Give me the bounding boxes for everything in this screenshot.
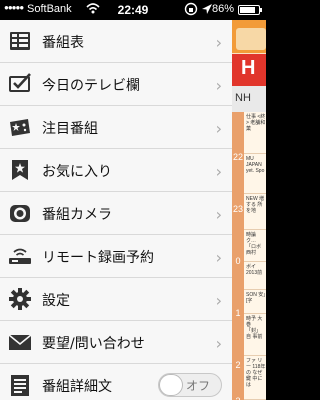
menu-item-program-guide[interactable]: 番組表 › [0, 20, 232, 63]
menu-item-label: お気に入り [42, 164, 112, 180]
background-app-peek[interactable]: H NH 22 23 0 1 2 3 仕事 <終> 老舗和菓 MU JAPAN … [232, 20, 266, 400]
channel-tab: NH [232, 86, 266, 112]
chevron-right-icon: › [215, 119, 222, 138]
menu-item-label: 番組カメラ [42, 207, 112, 223]
menu-item-label: 番組表 [42, 35, 84, 51]
hour-label: 3 [232, 396, 244, 400]
chevron-right-icon: › [215, 76, 222, 95]
gear-icon [9, 288, 31, 310]
camera-icon [10, 205, 30, 222]
program-cell[interactable]: ファ リー 118年の なぜ鍵 中には [244, 356, 266, 400]
side-menu: 番組表 › 今日のテレビ欄 › 注目番組 › お気に入り › 番組カメラ › リ… [0, 20, 232, 400]
menu-item-feedback[interactable]: 要望/問い合わせ › [0, 321, 232, 364]
channel-logo: H [232, 54, 266, 86]
menu-item-remote-recording[interactable]: リモート録画予約 › [0, 235, 232, 278]
program-cell[interactable]: SON 安」[字 [244, 290, 266, 314]
channel-logo-letter: H [241, 57, 256, 79]
program-cell[interactable]: MU JAPAN yet. Spo [244, 154, 266, 194]
grid-list-icon [10, 32, 30, 50]
program-cell[interactable]: 時論 ク… 「ロボ 西村 [244, 230, 266, 262]
battery-percent: 86% [212, 3, 235, 15]
chevron-right-icon: › [215, 33, 222, 52]
toggle-state-label: オフ [186, 379, 211, 393]
program-cell[interactable]: ボイ 2013前 [244, 262, 266, 290]
hour-label: 23 [232, 204, 243, 214]
menu-item-favorites[interactable]: お気に入り › [0, 149, 232, 192]
tv-checkmark-icon [9, 73, 31, 92]
chevron-right-icon: › [215, 162, 222, 181]
menu-item-label: 注目番組 [42, 121, 98, 137]
menu-item-program-details: 番組詳細文 オフ [0, 364, 232, 400]
program-cell[interactable]: 仕事 <終> 老舗和菓 [244, 112, 266, 154]
battery-fill [240, 7, 255, 13]
channel-tab-label: NH [235, 92, 251, 104]
remote-recorder-icon [9, 248, 31, 264]
hour-label: 0 [235, 256, 241, 266]
menu-item-settings[interactable]: 設定 › [0, 278, 232, 321]
bookmark-star-icon [12, 160, 28, 180]
chevron-right-icon: › [215, 334, 222, 353]
menu-item-label: 今日のテレビ欄 [42, 78, 140, 94]
menu-item-label: リモート録画予約 [42, 250, 154, 266]
program-cell[interactable]: 時予 大巻 「封」 自 事前 [244, 314, 266, 356]
hour-label: 1 [235, 308, 241, 318]
hour-label: 22 [232, 152, 243, 162]
toggle-knob [159, 374, 183, 396]
battery-icon [238, 5, 262, 15]
menu-item-featured[interactable]: 注目番組 › [0, 106, 232, 149]
program-cell[interactable]: NEW 増する 所を地 [244, 194, 266, 230]
chevron-right-icon: › [215, 248, 222, 267]
rotation-lock-icon [184, 2, 198, 16]
sparkle-ticket-icon [10, 119, 30, 136]
app-logo [236, 28, 266, 50]
app-header [232, 20, 266, 53]
chevron-right-icon: › [215, 205, 222, 224]
menu-item-label: 設定 [42, 293, 70, 309]
status-bar: ●●●●● SoftBank 22:49 86% [0, 0, 266, 20]
details-toggle[interactable]: オフ [158, 373, 222, 397]
menu-item-todays-tv[interactable]: 今日のテレビ欄 › [0, 63, 232, 106]
document-icon [11, 375, 29, 396]
menu-item-label: 番組詳細文 [42, 379, 112, 395]
menu-item-program-camera[interactable]: 番組カメラ › [0, 192, 232, 235]
chevron-right-icon: › [215, 291, 222, 310]
hour-label: 2 [235, 360, 241, 370]
hour-column: 22 23 0 1 2 3 [232, 112, 244, 400]
menu-item-label: 要望/問い合わせ [42, 336, 145, 352]
envelope-icon [8, 334, 32, 350]
